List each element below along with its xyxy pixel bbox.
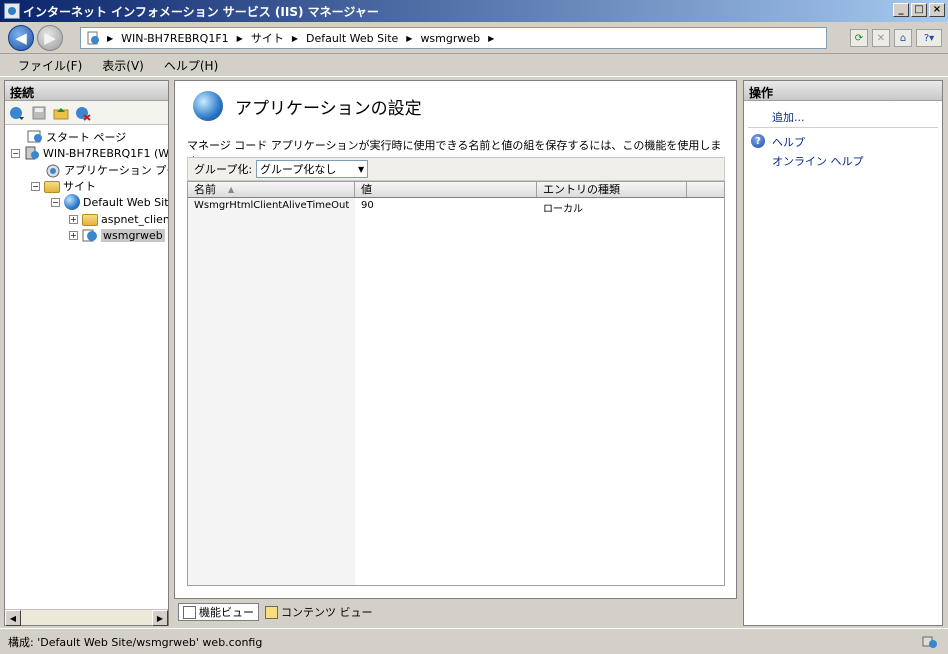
column-header-entry-type[interactable]: エントリの種類 [537, 182, 687, 197]
tree-item-aspnet-client[interactable]: + aspnet_clien [69, 211, 168, 227]
window-title: インターネット インフォメーション サービス (IIS) マネージャー [23, 4, 379, 19]
menu-bar: ファイル(F) 表示(V) ヘルプ(H) [0, 55, 948, 77]
tree-item-default-site[interactable]: − Default Web Sit [51, 194, 168, 210]
expand-icon[interactable]: + [69, 230, 78, 240]
breadcrumb-separator-icon[interactable]: ▶ [107, 34, 113, 43]
forward-button[interactable]: ▶ [37, 25, 63, 51]
connect-icon[interactable] [9, 105, 25, 121]
scroll-right-icon[interactable]: ▶ [152, 610, 168, 626]
help-icon[interactable]: ?▾ [916, 29, 942, 47]
dropdown-arrow-icon[interactable]: ▼ [355, 161, 368, 177]
row-name: WsmgrHtmlClientAliveTimeOut [194, 200, 350, 211]
app-settings-icon [193, 91, 223, 121]
up-folder-icon[interactable] [53, 105, 69, 121]
sort-ascending-icon: ▲ [228, 185, 235, 194]
close-button[interactable]: × [929, 3, 945, 17]
actions-pane: 操作 追加... ? ヘルプ オンライン ヘルプ [743, 80, 943, 626]
group-by-dropdown[interactable]: グループ化なし ▼ [256, 160, 369, 178]
table-row[interactable]: WsmgrHtmlClientAliveTimeOut 90 ローカル [188, 200, 687, 215]
connections-tree: スタート ページ − WIN-BH7REBRQ1F1 (W アプリケーション プ… [5, 125, 168, 605]
row-type: ローカル [543, 204, 583, 215]
tree-item-wsmgrweb[interactable]: + wsmgrweb [69, 227, 165, 243]
add-link[interactable]: 追加... [772, 109, 805, 125]
status-bar: 構成: 'Default Web Site/wsmgrweb' web.conf… [0, 628, 948, 654]
feature-title-area: アプリケーションの設定 [193, 91, 422, 121]
settings-grid: 名前 ▲ 値 エントリの種類 WsmgrHtmlClientAliveTimeOu… [187, 181, 725, 586]
connections-hscrollbar[interactable]: ◀ ▶ [5, 609, 168, 626]
address-breadcrumb[interactable]: ▶ WIN-BH7REBRQ1F1 ▶ サイト ▶ Default Web Si… [80, 27, 827, 49]
tree-item-sites[interactable]: − サイト [31, 178, 96, 194]
row-value: 90 [361, 200, 374, 211]
collapse-icon[interactable]: − [31, 181, 40, 191]
title-bar: インターネット インフォメーション サービス (IIS) マネージャー _ □ … [0, 0, 948, 22]
content-view-icon [265, 605, 278, 619]
back-button[interactable]: ◀ [8, 25, 34, 51]
actions-header: 操作 [744, 81, 942, 101]
view-tabs: 機能ビュー コンテンツ ビュー [174, 601, 737, 623]
maximize-button[interactable]: □ [911, 3, 927, 17]
grid-header: 名前 ▲ 値 エントリの種類 [188, 182, 724, 198]
home-icon[interactable]: ⌂ [894, 29, 912, 47]
connections-toolbar [5, 101, 168, 125]
menu-help[interactable]: ヘルプ(H) [156, 55, 226, 76]
tree-item-start-page[interactable]: スタート ページ [27, 129, 126, 145]
breadcrumb-sites[interactable]: サイト [251, 30, 284, 46]
breadcrumb-server[interactable]: WIN-BH7REBRQ1F1 [121, 32, 229, 45]
breadcrumb-separator-icon[interactable]: ▶ [292, 34, 298, 43]
address-toolbar: ◀ ▶ ▶ WIN-BH7REBRQ1F1 ▶ サイト ▶ Default We… [0, 22, 948, 54]
address-toolbar-icons: ⟳ ✕ ⌂ ?▾ [850, 27, 948, 49]
name-column-shade [188, 198, 355, 585]
column-header-value[interactable]: 値 [355, 182, 537, 197]
tree-item-app-pools[interactable]: アプリケーション プール [45, 162, 168, 178]
group-by-bar: グループ化: グループ化なし ▼ [187, 157, 725, 181]
iis-app-icon [4, 3, 20, 19]
connections-header: 接続 [5, 81, 168, 101]
features-view-icon [183, 605, 196, 619]
actions-divider [748, 127, 938, 128]
server-icon [24, 145, 40, 161]
menu-view[interactable]: 表示(V) [94, 55, 152, 76]
save-icon[interactable] [31, 105, 47, 121]
column-header-name[interactable]: 名前 ▲ [188, 182, 355, 197]
minimize-button[interactable]: _ [893, 3, 909, 17]
feature-pane: アプリケーションの設定 マネージ コード アプリケーションが実行時に使用できる名… [174, 80, 737, 599]
app-pool-icon [45, 162, 61, 178]
breadcrumb-separator-icon[interactable]: ▶ [406, 34, 412, 43]
status-text: 構成: 'Default Web Site/wsmgrweb' web.conf… [8, 635, 263, 649]
forward-arrow-icon: ▶ [44, 29, 56, 47]
breadcrumb-separator-icon[interactable]: ▶ [488, 34, 494, 43]
online-help-link[interactable]: オンライン ヘルプ [772, 153, 864, 169]
refresh-icon[interactable]: ⟳ [850, 29, 868, 47]
scroll-left-icon[interactable]: ◀ [5, 610, 21, 626]
disconnect-icon[interactable] [75, 105, 91, 121]
help-circle-icon: ? [751, 134, 765, 148]
column-header-filler [687, 182, 724, 197]
tab-features-view[interactable]: 機能ビュー [178, 603, 259, 621]
website-globe-icon [64, 194, 80, 210]
start-page-icon [27, 129, 43, 145]
page-icon [85, 30, 101, 46]
breadcrumb-default-site[interactable]: Default Web Site [306, 32, 398, 45]
back-arrow-icon: ◀ [15, 29, 27, 47]
collapse-icon[interactable]: − [51, 197, 60, 207]
breadcrumb-wsmgrweb[interactable]: wsmgrweb [420, 32, 480, 45]
breadcrumb-separator-icon[interactable]: ▶ [237, 34, 243, 43]
application-icon [82, 227, 98, 243]
folder-icon [82, 214, 98, 226]
network-status-icon [922, 634, 938, 650]
menu-file[interactable]: ファイル(F) [10, 55, 90, 76]
expand-icon[interactable]: + [69, 214, 78, 224]
page-title: アプリケーションの設定 [235, 98, 422, 119]
collapse-icon[interactable]: − [11, 148, 20, 158]
tree-item-server[interactable]: − WIN-BH7REBRQ1F1 (W [11, 145, 168, 161]
group-by-label: グループ化: [194, 163, 253, 176]
stop-icon[interactable]: ✕ [872, 29, 890, 47]
help-link[interactable]: ヘルプ [772, 134, 805, 150]
sites-folder-icon [44, 181, 60, 193]
connections-pane: 接続 スタート ページ − WIN-BH7REBRQ1F1 (W アプリケーショ… [4, 80, 169, 626]
tab-content-view[interactable]: コンテンツ ビュー [261, 603, 377, 621]
